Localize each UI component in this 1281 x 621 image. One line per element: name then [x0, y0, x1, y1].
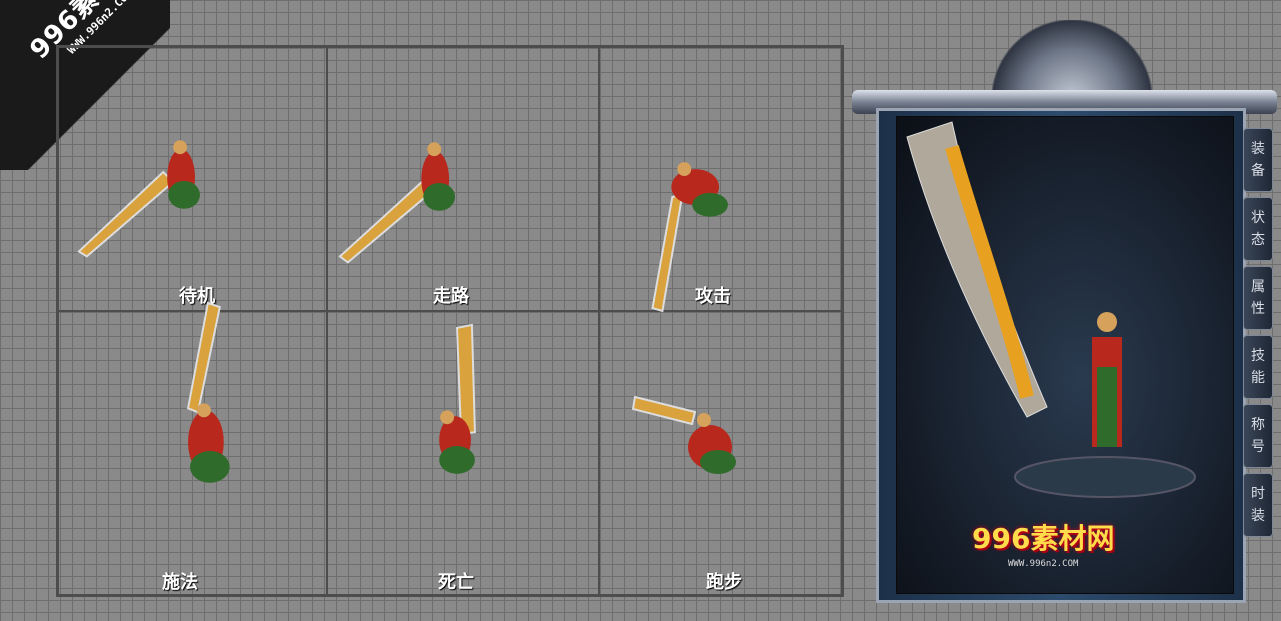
pose-cell-attack[interactable]: 攻击: [600, 48, 841, 313]
tab-status[interactable]: 状态: [1243, 197, 1273, 261]
tab-skills[interactable]: 技能: [1243, 335, 1273, 399]
character-robe: [1097, 367, 1117, 447]
character-panel: 装备 状态 属性 技能 称号 时装 996素材网 WWW.996n2.COM: [852, 20, 1277, 605]
tab-skills-label-2: 能: [1251, 370, 1265, 386]
tab-fashion-label-1: 时: [1251, 486, 1265, 502]
idle-sprite: [77, 140, 200, 258]
tab-status-label-1: 状: [1251, 210, 1265, 226]
run-sprite: [631, 395, 736, 474]
tab-fashion[interactable]: 时装: [1243, 473, 1273, 537]
pose-label-death: 死亡: [438, 572, 474, 593]
tab-attributes-label-2: 性: [1251, 301, 1265, 317]
pose-cell-cast[interactable]: 施法: [59, 301, 328, 594]
pose-cell-idle[interactable]: 待机: [59, 48, 328, 312]
tab-equipment-label-2: 备: [1251, 163, 1265, 179]
tab-attributes-label-1: 属: [1251, 279, 1265, 295]
pose-grid: 待机 走路 攻击 施法 死亡 跑步: [56, 45, 844, 597]
death-sprite: [439, 323, 476, 474]
character-head: [1097, 312, 1117, 332]
watermark-title: 996素材网: [972, 522, 1115, 555]
tab-titles-label-2: 号: [1251, 439, 1265, 455]
attack-sprite: [651, 162, 728, 313]
tab-fashion-label-2: 装: [1251, 508, 1265, 524]
tab-equipment-label-1: 装: [1251, 141, 1265, 157]
panel-watermark: 996素材网 WWW.996n2.COM: [972, 517, 1114, 569]
tab-equipment[interactable]: 装备: [1243, 128, 1273, 192]
pose-label-run: 跑步: [706, 572, 742, 593]
pose-label-walk: 走路: [433, 286, 469, 307]
tab-status-label-2: 态: [1251, 232, 1265, 248]
tab-titles[interactable]: 称号: [1243, 404, 1273, 468]
tab-titles-label-1: 称: [1251, 417, 1265, 433]
pose-label-attack: 攻击: [695, 286, 731, 307]
pose-cell-run[interactable]: 跑步: [600, 312, 841, 594]
cast-sprite: [186, 301, 230, 483]
panel-side-tabs: 装备 状态 属性 技能 称号 时装: [1243, 128, 1277, 542]
tab-skills-label-1: 技: [1251, 348, 1265, 364]
watermark-url: WWW.996n2.COM: [1008, 559, 1079, 569]
pedestal: [1014, 456, 1196, 498]
walk-sprite: [338, 142, 456, 264]
pose-cell-walk[interactable]: 走路: [328, 48, 600, 312]
pose-label-cast: 施法: [162, 572, 198, 593]
tab-attributes[interactable]: 属性: [1243, 266, 1273, 330]
pose-cell-death[interactable]: 死亡: [328, 312, 600, 594]
